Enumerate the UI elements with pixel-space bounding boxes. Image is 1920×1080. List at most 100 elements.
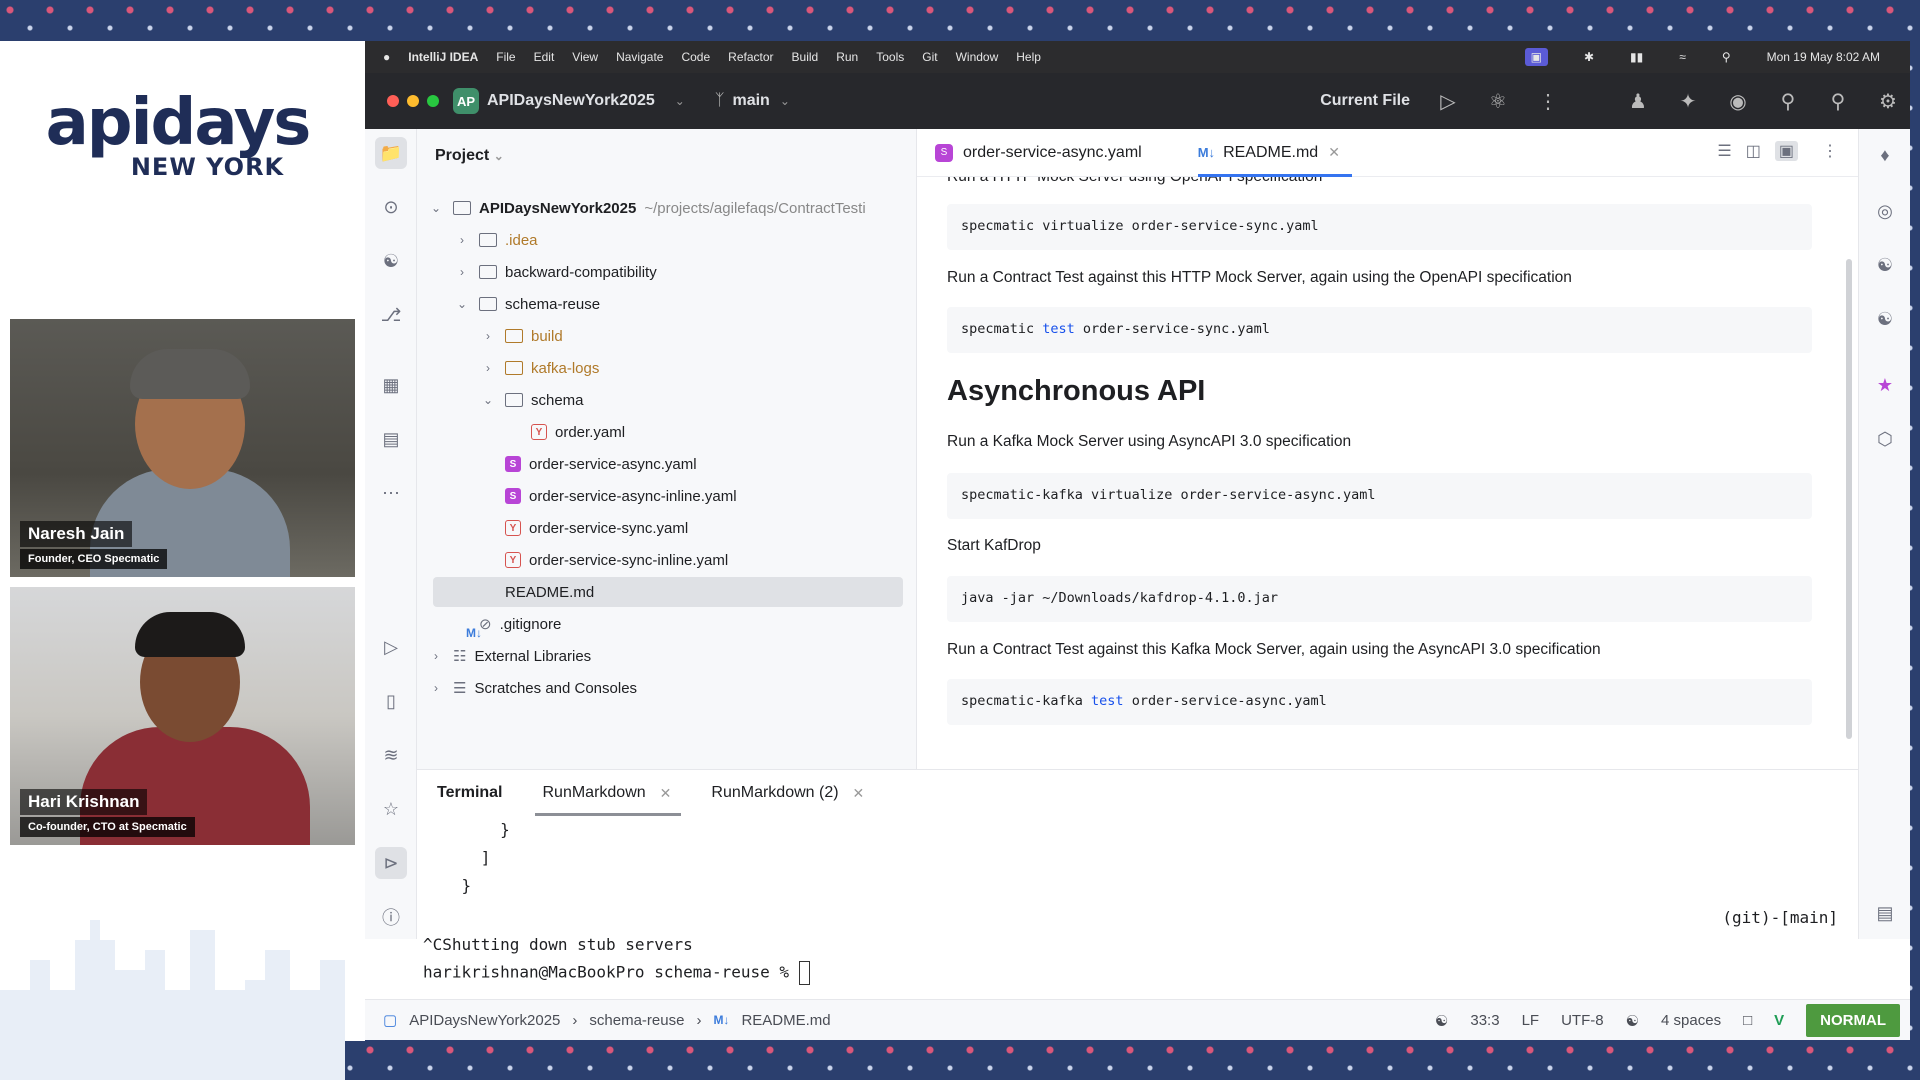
tab-runmarkdown-2[interactable]: RunMarkdown (2) ✕ xyxy=(691,770,884,816)
battery-icon[interactable]: ▮▮ xyxy=(1630,50,1643,64)
terminal-icon[interactable]: ⊳ xyxy=(375,847,407,879)
chevron-down-icon[interactable]: ⌄ xyxy=(429,201,443,215)
close-window-button[interactable] xyxy=(387,95,399,107)
code-with-me-icon[interactable]: ⚲ xyxy=(1776,89,1800,113)
commit-icon[interactable]: ⊙ xyxy=(375,191,407,223)
list-view-icon[interactable]: ☰ xyxy=(1717,141,1731,161)
code-block-kafka-test[interactable]: specmatic-kafka test order-service-async… xyxy=(947,679,1812,725)
tree-item-build[interactable]: › build xyxy=(417,321,907,351)
pull-request-icon[interactable]: ⎇ xyxy=(375,299,407,331)
code-block-virtualize-sync[interactable]: specmatic virtualize order-service-sync.… xyxy=(947,204,1812,250)
chevron-right-icon[interactable]: › xyxy=(455,265,469,279)
tree-item-root[interactable]: ⌄ APIDaysNewYork2025 ~/projects/agilefaq… xyxy=(417,193,907,223)
menu-navigate[interactable]: Navigate xyxy=(616,50,663,64)
breadcrumb-project[interactable]: APIDaysNewYork2025 xyxy=(409,1012,560,1029)
minimize-window-button[interactable] xyxy=(407,95,419,107)
tree-item-kafka-logs[interactable]: › kafka-logs xyxy=(417,353,907,383)
file-encoding[interactable]: UTF-8 xyxy=(1561,1012,1604,1029)
more-tools-icon[interactable]: ⋯ xyxy=(375,477,407,509)
editor-scrollbar[interactable] xyxy=(1846,259,1852,739)
menu-run[interactable]: Run xyxy=(836,50,858,64)
structure-icon[interactable]: ▦ xyxy=(375,369,407,401)
copilot-chat-icon[interactable]: ☯ xyxy=(1869,249,1901,281)
tree-item-order-service-sync[interactable]: Y order-service-sync.yaml xyxy=(417,513,907,543)
close-tab-icon[interactable]: ✕ xyxy=(1328,144,1340,161)
breadcrumb-file[interactable]: README.md xyxy=(741,1012,830,1029)
bookmark-icon[interactable]: ▯ xyxy=(375,685,407,717)
gradle-icon[interactable]: ⬡ xyxy=(1869,423,1901,455)
menu-app-name[interactable]: IntelliJ IDEA xyxy=(408,50,478,64)
project-badge[interactable]: AP xyxy=(453,88,479,114)
project-selector[interactable]: APIDaysNewYork2025 xyxy=(487,92,655,110)
ai-icon[interactable]: ◉ xyxy=(1726,89,1750,113)
menu-tools[interactable]: Tools xyxy=(876,50,904,64)
services-icon[interactable]: ≋ xyxy=(375,739,407,771)
menu-build[interactable]: Build xyxy=(792,50,819,64)
indent-setting[interactable]: 4 spaces xyxy=(1661,1012,1721,1029)
specmatic-icon[interactable]: ★ xyxy=(1869,369,1901,401)
terminal-prompt[interactable]: harikrishnan@MacBookPro schema-reuse % xyxy=(423,961,810,985)
tab-runmarkdown[interactable]: RunMarkdown ✕ xyxy=(523,770,692,816)
tree-item-scratches[interactable]: › ☰ Scratches and Consoles xyxy=(417,673,907,703)
api-icon[interactable]: ▤ xyxy=(375,423,407,455)
split-view-icon[interactable]: ◫ xyxy=(1746,141,1761,161)
ai-status-icon[interactable]: ☯ xyxy=(1435,1012,1448,1030)
menu-window[interactable]: Window xyxy=(956,50,999,64)
problems-icon[interactable]: ⓘ xyxy=(375,901,407,933)
vim-mode-indicator[interactable]: NORMAL xyxy=(1806,1004,1900,1037)
bluetooth-icon[interactable]: ✱ xyxy=(1584,50,1594,64)
tree-item-backward-compatibility[interactable]: › backward-compatibility xyxy=(417,257,907,287)
api-preview-icon[interactable]: ▤ xyxy=(1869,897,1901,929)
chevron-right-icon[interactable]: › xyxy=(429,649,443,663)
menu-git[interactable]: Git xyxy=(922,50,937,64)
chevron-right-icon[interactable]: › xyxy=(481,361,495,375)
wifi-icon[interactable]: ≈ xyxy=(1679,50,1686,64)
terminal-output-area[interactable]: ^CShutting down stub servers harikrishna… xyxy=(365,935,1910,999)
chevron-down-icon[interactable]: ⌄ xyxy=(455,297,469,311)
run-icon[interactable]: ▷ xyxy=(1436,89,1460,113)
clock-text[interactable]: Mon 19 May 8:02 AM xyxy=(1767,50,1880,64)
tree-item-idea[interactable]: › .idea xyxy=(417,225,907,255)
lock-icon[interactable]: □ xyxy=(1743,1012,1752,1029)
run-config-selector[interactable]: Current File xyxy=(1320,92,1410,110)
tree-item-order-service-sync-inline[interactable]: Y order-service-sync-inline.yaml xyxy=(417,545,907,575)
run-tool-icon[interactable]: ▷ xyxy=(375,631,407,663)
debug-icon[interactable]: ⚛ xyxy=(1486,89,1510,113)
copilot-icon[interactable]: ☯ xyxy=(375,245,407,277)
tree-item-order-service-async-inline[interactable]: S order-service-async-inline.yaml xyxy=(417,481,907,511)
tab-readme[interactable]: M↓ README.md ✕ xyxy=(1180,129,1358,177)
more-icon[interactable]: ⋮ xyxy=(1536,89,1560,113)
menu-refactor[interactable]: Refactor xyxy=(728,50,773,64)
project-panel-title[interactable]: Project ⌄ xyxy=(435,147,504,165)
more-icon[interactable]: ⋮ xyxy=(1822,141,1838,161)
code-block-kafka-virtualize[interactable]: specmatic-kafka virtualize order-service… xyxy=(947,473,1812,519)
notifications-icon[interactable]: ♦ xyxy=(1869,139,1901,171)
close-tab-icon[interactable]: ✕ xyxy=(853,785,865,802)
tab-order-service-async[interactable]: S order-service-async.yaml xyxy=(917,129,1160,177)
menu-edit[interactable]: Edit xyxy=(534,50,555,64)
database-icon[interactable]: ☯ xyxy=(1869,303,1901,335)
tree-item-order-service-async[interactable]: S order-service-async.yaml xyxy=(417,449,907,479)
ai-assistant-icon[interactable]: ◎ xyxy=(1869,195,1901,227)
copilot-status-icon[interactable]: ☯ xyxy=(1626,1012,1639,1030)
chevron-right-icon[interactable]: › xyxy=(429,681,443,695)
preview-icon[interactable]: ▣ xyxy=(1774,141,1798,161)
build-icon[interactable]: ☆ xyxy=(375,793,407,825)
tree-item-readme[interactable]: M↓ README.md xyxy=(433,577,903,640)
chevron-right-icon[interactable]: › xyxy=(481,329,495,343)
line-ending[interactable]: LF xyxy=(1522,1012,1540,1029)
tree-item-schema-reuse[interactable]: ⌄ schema-reuse xyxy=(417,289,907,319)
code-block-test-sync[interactable]: specmatic test order-service-sync.yaml xyxy=(947,307,1812,353)
menu-code[interactable]: Code xyxy=(681,50,710,64)
code-block-kafdrop[interactable]: java -jar ~/Downloads/kafdrop-4.1.0.jar xyxy=(947,576,1812,622)
apple-icon[interactable]: ● xyxy=(383,50,390,64)
menu-help[interactable]: Help xyxy=(1016,50,1041,64)
search-icon[interactable]: ⚲ xyxy=(1722,50,1731,64)
breadcrumb-folder[interactable]: schema-reuse xyxy=(589,1012,684,1029)
chevron-down-icon[interactable]: ⌄ xyxy=(481,393,495,407)
add-user-icon[interactable]: ♟ xyxy=(1626,89,1650,113)
search-everywhere-icon[interactable]: ⚲ xyxy=(1826,89,1850,113)
branch-selector[interactable]: main xyxy=(732,92,769,110)
close-tab-icon[interactable]: ✕ xyxy=(660,785,672,802)
vim-icon[interactable]: V xyxy=(1774,1012,1784,1029)
